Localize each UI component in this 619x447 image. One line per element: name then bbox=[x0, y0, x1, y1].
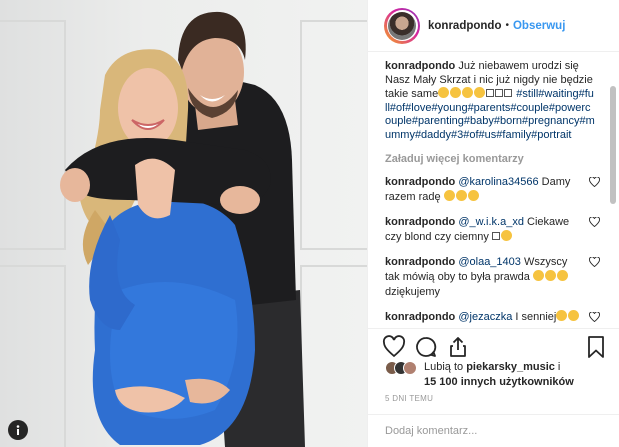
comment-username[interactable]: konradpondo bbox=[385, 216, 455, 228]
comment-item: konradpondo @_w.i.k.a_xd Ciekawe czy blo… bbox=[385, 215, 600, 245]
load-more-comments-button[interactable]: Załaduj więcej komentarzy bbox=[385, 153, 596, 165]
likes-prefix: Lubią to bbox=[424, 361, 467, 373]
add-comment-bar bbox=[368, 414, 619, 447]
comment-item: konradpondo @karolina34566 Damy razem ra… bbox=[385, 175, 600, 205]
comment-username[interactable]: konradpondo bbox=[385, 311, 455, 323]
likes-summary: Lubią to piekarsky_music i 15 100 innych… bbox=[385, 360, 574, 390]
comment-input[interactable] bbox=[385, 425, 595, 437]
liker-avatars[interactable] bbox=[385, 361, 417, 375]
comment-like-heart-icon[interactable] bbox=[589, 256, 600, 267]
comment-username[interactable]: konradpondo bbox=[385, 256, 455, 268]
comments-scrollbar-thumb[interactable] bbox=[610, 86, 616, 204]
liker-username[interactable]: piekarsky_music bbox=[466, 361, 555, 373]
post-timestamp[interactable]: 5 DNI TEMU bbox=[385, 394, 433, 403]
comment-mention[interactable]: @jezaczka bbox=[458, 311, 512, 323]
likes-connector: i bbox=[554, 361, 561, 373]
avatar bbox=[403, 361, 417, 375]
comment-item: konradpondo @olaa_1403 Wszyscy tak mówią… bbox=[385, 255, 600, 300]
follow-button[interactable]: Obserwuj bbox=[513, 20, 565, 32]
comment-mention[interactable]: @_w.i.k.a_xd bbox=[458, 216, 524, 228]
comment-like-heart-icon[interactable] bbox=[589, 311, 600, 322]
comment-item: konradpondo @jezaczka I senniej bbox=[385, 309, 600, 325]
post-photo[interactable] bbox=[0, 0, 367, 447]
caption-emojis bbox=[438, 87, 513, 100]
comment-text: I senniej bbox=[512, 310, 557, 323]
comment-icon[interactable] bbox=[414, 335, 438, 359]
comments-list[interactable]: konradpondo Już niebawem urodzi się Nasz… bbox=[368, 60, 619, 328]
post-side-panel: konradpondo • Obserwuj konradpondo Już n… bbox=[367, 0, 619, 447]
comment-like-heart-icon[interactable] bbox=[589, 176, 600, 187]
caption: konradpondo Już niebawem urodzi się Nasz… bbox=[385, 60, 596, 143]
avatar[interactable] bbox=[386, 10, 418, 41]
comment-mention[interactable]: @karolina34566 bbox=[458, 176, 538, 188]
share-icon[interactable] bbox=[446, 335, 470, 359]
comment-mention[interactable]: @olaa_1403 bbox=[458, 256, 521, 268]
comment-username[interactable]: konradpondo bbox=[385, 176, 455, 188]
like-heart-icon[interactable] bbox=[382, 335, 406, 359]
couple-illustration bbox=[60, 11, 305, 447]
likes-others-count[interactable]: 15 100 innych użytkowników bbox=[424, 376, 574, 388]
caption-username[interactable]: konradpondo bbox=[385, 60, 455, 72]
likes-text: Lubią to piekarsky_music i 15 100 innych… bbox=[424, 360, 574, 390]
bookmark-icon[interactable] bbox=[584, 335, 608, 359]
header-separator: • bbox=[505, 20, 509, 31]
story-ring[interactable] bbox=[384, 7, 420, 44]
post-header: konradpondo • Obserwuj bbox=[368, 0, 619, 52]
info-icon[interactable] bbox=[8, 420, 28, 440]
header-username[interactable]: konradpondo bbox=[428, 20, 501, 32]
comment-text-continued: dziękujemy bbox=[385, 285, 441, 298]
comment-like-heart-icon[interactable] bbox=[589, 216, 600, 227]
